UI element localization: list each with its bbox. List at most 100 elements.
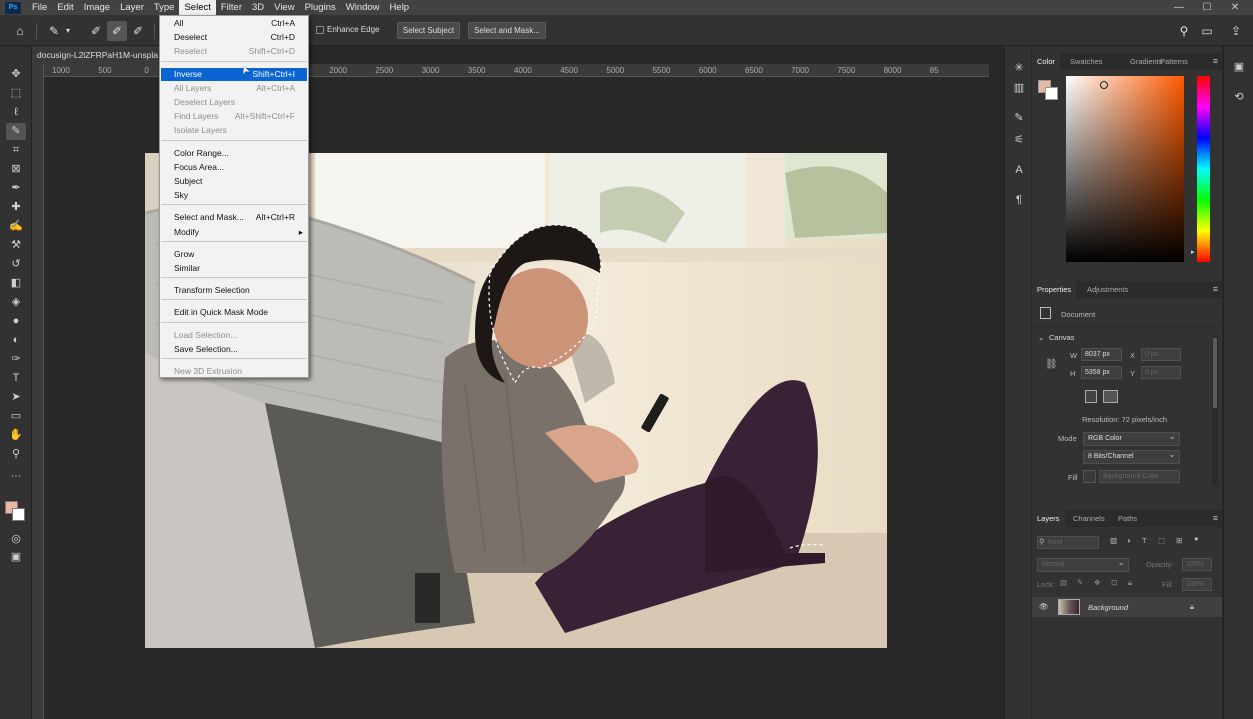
select-subject-button[interactable]: Select Subject <box>397 22 460 39</box>
more-tools-icon[interactable]: ··· <box>6 468 26 485</box>
filter-pixel-icon[interactable]: ▧ <box>1110 536 1117 545</box>
menu-item-edit-in-quick-mask-mode[interactable]: Edit in Quick Mask Mode <box>161 306 307 319</box>
menu-3d[interactable]: 3D <box>247 0 269 15</box>
hue-slider-handle[interactable]: ▸ <box>1191 248 1195 256</box>
character-icon[interactable]: A <box>1009 161 1029 179</box>
crop-tool-icon[interactable]: ⌗ <box>6 142 26 159</box>
menu-help[interactable]: Help <box>385 0 415 15</box>
subtract-from-selection-icon[interactable]: ✐ <box>128 21 148 41</box>
menu-item-deselect-layers[interactable]: Deselect Layers <box>161 96 307 109</box>
blend-mode-dropdown[interactable]: Normal <box>1037 556 1129 572</box>
lock-artboard-icon[interactable]: ⊡ <box>1111 578 1117 587</box>
rectangle-tool-icon[interactable]: ▭ <box>6 408 26 425</box>
chevron-down-icon[interactable]: ▾ <box>58 21 78 41</box>
menu-item-sky[interactable]: Sky <box>161 189 307 202</box>
menu-item-save-selection[interactable]: Save Selection... <box>161 343 307 356</box>
background-swatch[interactable] <box>1045 87 1058 100</box>
quick-selection-tool-icon[interactable]: ✎ <box>6 123 26 140</box>
width-field[interactable]: 8037 px <box>1081 348 1122 361</box>
eraser-tool-icon[interactable]: ◧ <box>6 275 26 292</box>
landscape-orientation-icon[interactable] <box>1103 390 1118 403</box>
filter-toggle-icon[interactable]: ● <box>1194 534 1199 543</box>
menu-edit[interactable]: Edit <box>52 0 78 15</box>
menu-item-reselect[interactable]: Reselect Shift+Ctrl+D <box>161 45 307 58</box>
menu-item-all-layers[interactable]: All Layers Alt+Ctrl+A <box>161 82 307 95</box>
tab-adjustments[interactable]: Adjustments <box>1082 281 1133 298</box>
lasso-tool-icon[interactable]: ℓ <box>6 104 26 121</box>
panel-menu-icon[interactable]: ≡ <box>1213 56 1218 66</box>
lock-pixels-icon[interactable]: ✎ <box>1077 578 1083 587</box>
menu-item-find-layers[interactable]: Find Layers Alt+Shift+Ctrl+F <box>161 110 307 123</box>
menu-item-inverse[interactable]: Inverse Shift+Ctrl+I <box>161 67 307 81</box>
move-tool-icon[interactable]: ✥ <box>6 66 26 83</box>
paint-bucket-tool-icon[interactable]: ◈ <box>6 294 26 311</box>
zoom-tool-icon[interactable]: ⚲ <box>6 446 26 463</box>
add-to-selection-icon[interactable]: ✐ <box>107 21 127 41</box>
lock-all-icon[interactable]: 🔒︎ <box>1128 578 1132 588</box>
new-selection-icon[interactable]: ✐ <box>86 21 106 41</box>
blur-tool-icon[interactable]: ● <box>6 313 26 330</box>
select-and-mask-button[interactable]: Select and Mask... <box>468 22 546 39</box>
dodge-tool-icon[interactable]: ◐ <box>6 332 26 349</box>
close-button[interactable]: ✕ <box>1221 0 1249 15</box>
tab-paths[interactable]: Paths <box>1113 510 1142 527</box>
layer-name[interactable]: Background <box>1088 603 1128 612</box>
menu-item-modify[interactable]: Modify ▸ <box>161 226 307 239</box>
histogram-icon[interactable]: ▥ <box>1009 79 1029 97</box>
hue-slider[interactable] <box>1197 76 1210 262</box>
search-icon[interactable]: ⚲ <box>1174 21 1194 41</box>
workspace-icon[interactable]: ▭ <box>1197 21 1217 41</box>
panel-menu-icon[interactable]: ≡ <box>1213 513 1218 523</box>
tab-properties[interactable]: Properties <box>1032 281 1077 298</box>
filter-smart-object-icon[interactable]: ⊞ <box>1176 536 1182 545</box>
tab-channels[interactable]: Channels <box>1068 510 1110 527</box>
brush-settings-icon[interactable]: ⚟ <box>1009 131 1029 149</box>
menu-item-color-range[interactable]: Color Range... <box>161 147 307 160</box>
mode-dropdown[interactable]: RGB Color <box>1083 430 1180 446</box>
filter-adjustment-icon[interactable]: ◑ <box>1126 536 1131 545</box>
y-field[interactable]: 0 px <box>1141 366 1181 379</box>
home-icon[interactable]: ⌂ <box>10 21 30 41</box>
properties-scrollbar-thumb[interactable] <box>1213 338 1217 408</box>
fill-color-swatch[interactable] <box>1083 470 1096 483</box>
brush-tool-icon[interactable]: ✍ <box>6 218 26 235</box>
menu-item-select-and-mask[interactable]: Select and Mask... Alt+Ctrl+R <box>161 211 307 224</box>
lock-position-icon[interactable]: ✥ <box>1094 578 1100 587</box>
portrait-orientation-icon[interactable] <box>1085 390 1097 403</box>
menu-item-grow[interactable]: Grow <box>161 248 307 261</box>
eyedropper-tool-icon[interactable]: ✒ <box>6 180 26 197</box>
menu-item-focus-area[interactable]: Focus Area... <box>161 161 307 174</box>
screen-mode-icon[interactable]: ▣ <box>6 549 26 566</box>
menu-type[interactable]: Type <box>149 0 180 15</box>
tab-color[interactable]: Color <box>1032 53 1060 70</box>
menu-item-load-selection[interactable]: Load Selection... <box>161 329 307 342</box>
menu-item-similar[interactable]: Similar <box>161 262 307 275</box>
filter-type-icon[interactable]: T <box>1142 536 1147 545</box>
enhance-edge-checkbox[interactable] <box>316 26 324 34</box>
menu-filter[interactable]: Filter <box>216 0 247 15</box>
menu-plugins[interactable]: Plugins <box>300 0 341 15</box>
link-icon[interactable]: ⛓ <box>1045 359 1058 370</box>
layer-fill-field[interactable]: 100% <box>1182 578 1212 591</box>
3d-icon[interactable]: ✳ <box>1009 59 1029 77</box>
quick-mask-icon[interactable]: ◎ <box>6 531 26 548</box>
healing-brush-tool-icon[interactable]: ✚ <box>6 199 26 216</box>
frame-tool-icon[interactable]: ⊠ <box>6 161 26 178</box>
history-icon[interactable]: ⟲ <box>1229 88 1249 106</box>
opacity-field[interactable]: 100% <box>1182 558 1212 571</box>
tab-swatches[interactable]: Swatches <box>1065 53 1108 70</box>
hand-tool-icon[interactable]: ✋ <box>6 427 26 444</box>
height-field[interactable]: 5358 px <box>1081 366 1122 379</box>
canvas-section-chevron-icon[interactable]: ⌄ <box>1038 333 1044 342</box>
pen-tool-icon[interactable]: ✑ <box>6 351 26 368</box>
menu-item-deselect[interactable]: Deselect Ctrl+D <box>161 31 307 44</box>
color-picker-field[interactable] <box>1066 76 1184 262</box>
color-picker-cursor[interactable] <box>1100 81 1108 89</box>
document-tab[interactable]: docusign-L2lZFRPaH1M-unspla <box>32 46 162 64</box>
marquee-tool-icon[interactable]: ⬚ <box>6 85 26 102</box>
clone-stamp-tool-icon[interactable]: ⚒ <box>6 237 26 254</box>
maximize-button[interactable]: ☐ <box>1193 0 1221 15</box>
panel-menu-icon[interactable]: ≡ <box>1213 284 1218 294</box>
menu-file[interactable]: File <box>27 0 52 15</box>
learn-icon[interactable]: ▣ <box>1229 58 1249 76</box>
